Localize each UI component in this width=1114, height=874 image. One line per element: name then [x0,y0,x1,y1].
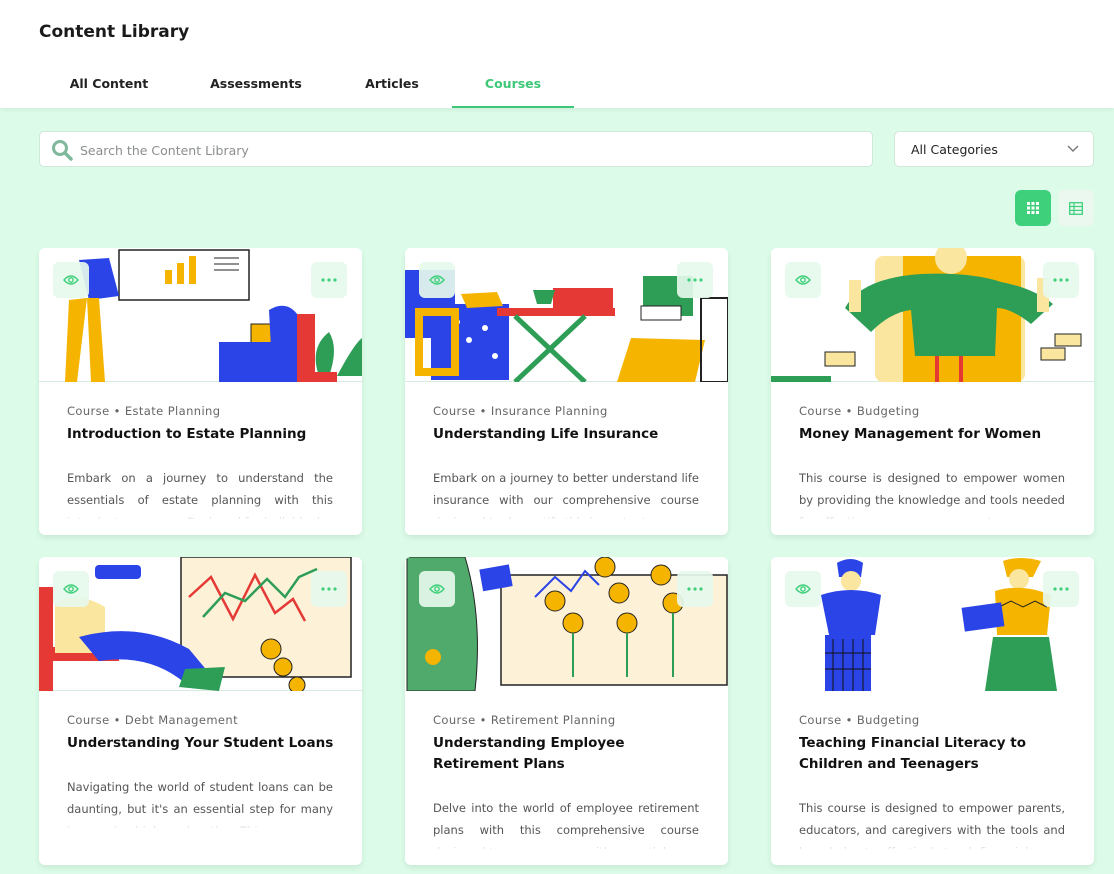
search-input[interactable] [80,139,860,161]
course-card[interactable]: Course • Budgeting Teaching Financial Li… [771,557,1094,865]
course-card[interactable]: Course • Retirement Planning Understandi… [405,557,728,865]
category-selected-value: All Categories [911,142,998,157]
card-title: Understanding Life Insurance [433,426,659,442]
search-icon [52,140,73,161]
more-options-button[interactable] [677,262,713,298]
eye-icon [795,275,811,285]
tab-articles[interactable]: Articles [358,76,426,108]
eye-icon [795,584,811,594]
preview-button[interactable] [419,571,455,607]
card-title: Teaching Financial Literacy to Children … [799,735,1026,772]
card-meta: Course • Budgeting [799,404,920,418]
card-meta: Course • Retirement Planning [433,713,616,727]
more-icon [1053,278,1069,282]
fade-overlay [405,833,728,851]
more-options-button[interactable] [1043,262,1079,298]
preview-button[interactable] [785,571,821,607]
more-options-button[interactable] [677,571,713,607]
preview-button[interactable] [785,262,821,298]
preview-button[interactable] [419,262,455,298]
fade-overlay [39,812,362,830]
card-title: Money Management for Women [799,426,1042,442]
more-options-button[interactable] [311,571,347,607]
search-box[interactable] [39,131,873,167]
fade-overlay [771,503,1094,521]
eye-icon [429,275,445,285]
card-title: Introduction to Estate Planning [67,426,307,442]
grid-view-button[interactable] [1015,190,1051,226]
grid-icon [1027,202,1039,214]
more-icon [1053,587,1069,591]
chevron-down-icon [1067,145,1079,152]
more-icon [687,587,703,591]
more-options-button[interactable] [311,262,347,298]
card-meta: Course • Budgeting [799,713,920,727]
eye-icon [63,275,79,285]
page-title: Content Library [39,22,190,42]
table-view-button[interactable] [1058,190,1094,226]
card-title: Understanding Employee Retirement Plans [433,735,625,772]
tab-courses[interactable]: Courses [452,76,574,108]
course-card[interactable]: Course • Budgeting Money Management for … [771,248,1094,535]
preview-button[interactable] [53,571,89,607]
course-card[interactable]: Course • Insurance Planning Understandin… [405,248,728,535]
more-icon [321,587,337,591]
card-meta: Course • Insurance Planning [433,404,608,418]
category-select[interactable]: All Categories [894,131,1094,167]
preview-button[interactable] [53,262,89,298]
eye-icon [63,584,79,594]
course-card[interactable]: Course • Debt Management Understanding Y… [39,557,362,865]
top-bar: Content Library All Content Assessments … [0,0,1114,108]
course-card[interactable]: Course • Estate Planning Introduction to… [39,248,362,535]
card-meta: Course • Debt Management [67,713,238,727]
card-title: Understanding Your Student Loans [67,735,334,751]
table-icon [1069,201,1083,215]
more-icon [321,278,337,282]
fade-overlay [771,833,1094,851]
card-meta: Course • Estate Planning [67,404,221,418]
fade-overlay [39,503,362,521]
fade-overlay [405,503,728,521]
tab-assessments[interactable]: Assessments [202,76,310,108]
more-options-button[interactable] [1043,571,1079,607]
eye-icon [429,584,445,594]
more-icon [687,278,703,282]
tab-all-content[interactable]: All Content [62,76,156,108]
